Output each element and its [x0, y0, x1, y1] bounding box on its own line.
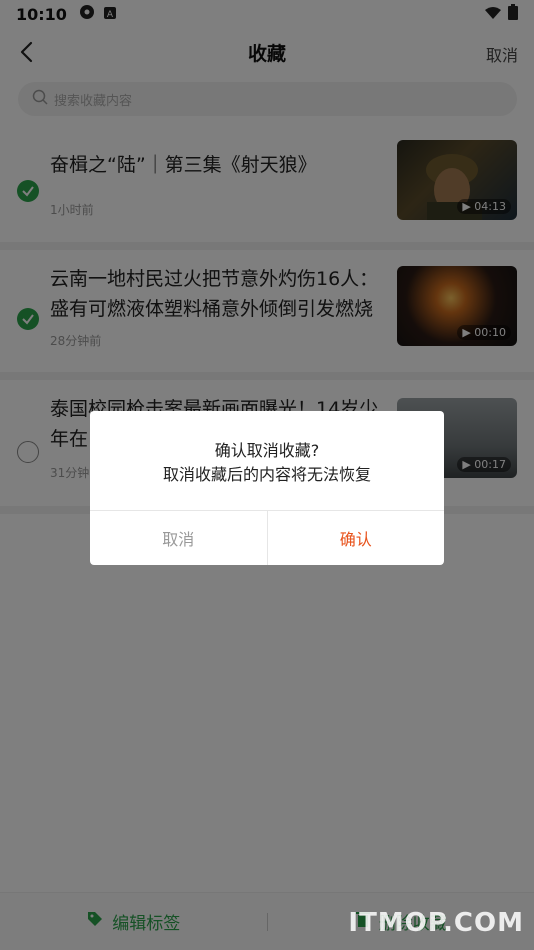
confirm-dialog: 确认取消收藏? 取消收藏后的内容将无法恢复 取消 确认 [90, 411, 444, 565]
dialog-message: 确认取消收藏? 取消收藏后的内容将无法恢复 [90, 439, 444, 487]
watermark: ITMOP.COM [348, 908, 524, 938]
dialog-buttons: 取消 确认 [90, 510, 444, 565]
dialog-line-1: 确认取消收藏? [214, 441, 320, 460]
dialog-cancel-button[interactable]: 取消 [90, 511, 268, 565]
dialog-confirm-button[interactable]: 确认 [268, 511, 445, 565]
dialog-line-2: 取消收藏后的内容将无法恢复 [162, 465, 371, 484]
